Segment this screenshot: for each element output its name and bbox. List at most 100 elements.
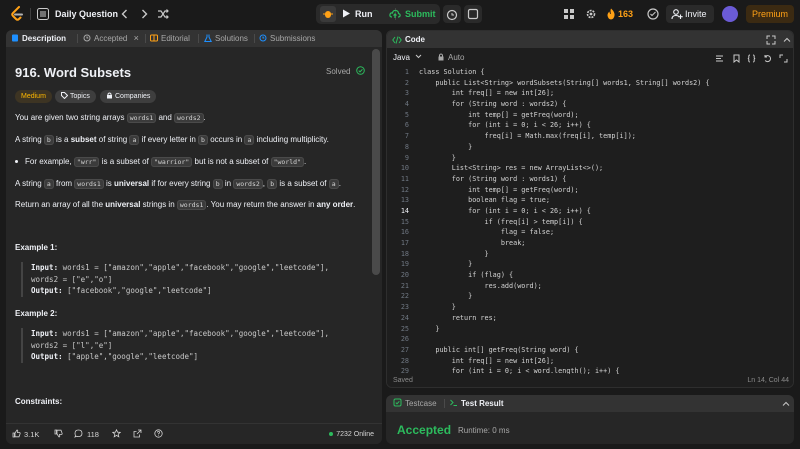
prev-problem-button[interactable]: [118, 7, 132, 21]
expand-editor-icon[interactable]: [779, 54, 788, 63]
settings-gear-icon[interactable]: [585, 8, 597, 20]
user-avatar[interactable]: [722, 6, 738, 22]
description-paragraph: You are given two string arrays words1 a…: [15, 113, 206, 123]
code-text-area[interactable]: class Solution { public List<String> wor…: [419, 67, 789, 377]
code-line[interactable]: res.add(word);: [419, 281, 789, 292]
code-line[interactable]: int temp[] = getFreq(word);: [419, 185, 789, 196]
leaderboard-badge-icon[interactable]: [647, 8, 659, 20]
description-paragraph: A string a from words1 is universal if f…: [15, 179, 341, 189]
code-line[interactable]: class Solution {: [419, 67, 789, 78]
code-line[interactable]: int temp[] = getFreq(word);: [419, 110, 789, 121]
example-input-line: words2 = ["e","o"]: [31, 274, 113, 284]
tab-description-label: Description: [22, 34, 67, 43]
topics-label: Topics: [70, 93, 90, 100]
tab-submissions-label: Submissions: [270, 34, 316, 43]
tab-editorial[interactable]: Editorial: [150, 30, 190, 47]
code-line[interactable]: [419, 334, 789, 345]
editor-toolbar: Java Auto: [387, 50, 793, 66]
code-line[interactable]: public int[] getFreq(String word) {: [419, 345, 789, 356]
debug-button[interactable]: [320, 6, 336, 22]
code-line[interactable]: for (int i = 0; i < 26; i++) {: [419, 120, 789, 131]
code-line[interactable]: public List<String> wordSubsets(String[]…: [419, 78, 789, 89]
auto-complete-toggle[interactable]: Auto: [437, 53, 464, 62]
line-number: 15: [400, 217, 409, 226]
code-line[interactable]: int freq[] = new int[26];: [419, 88, 789, 99]
code-line[interactable]: }: [419, 302, 789, 313]
code-line[interactable]: break;: [419, 238, 789, 249]
code-line[interactable]: if (flag) {: [419, 270, 789, 281]
code-line[interactable]: int freq[] = new int[26];: [419, 356, 789, 367]
notes-button[interactable]: [464, 5, 482, 23]
braces-icon[interactable]: [747, 54, 756, 63]
tab-submissions[interactable]: Submissions: [259, 30, 315, 47]
maximize-icon[interactable]: [766, 35, 776, 45]
help-button[interactable]: [154, 428, 163, 441]
solved-label: Solved: [326, 67, 351, 76]
text-span: including multiplicity.: [254, 135, 329, 144]
run-button[interactable]: Run: [342, 7, 373, 21]
dislike-button[interactable]: [54, 428, 63, 441]
tab-test-result[interactable]: Test Result: [449, 395, 504, 412]
code-panel-title: Code: [405, 35, 425, 44]
random-problem-button[interactable]: [156, 7, 170, 21]
book-icon: [150, 34, 158, 42]
tab-description[interactable]: Description: [11, 30, 66, 47]
leetcode-logo-icon[interactable]: [9, 6, 25, 22]
submit-label: Submit: [405, 9, 436, 19]
text-span: is a subset of: [99, 157, 152, 166]
problem-list-icon[interactable]: [37, 8, 49, 20]
format-lines-icon[interactable]: [715, 54, 724, 63]
companies-chip[interactable]: Companies: [100, 90, 157, 103]
code-line[interactable]: }: [419, 142, 789, 153]
topics-chip[interactable]: Topics: [55, 90, 96, 103]
chevron-up-icon[interactable]: [782, 35, 792, 45]
code-line[interactable]: }: [419, 249, 789, 260]
inline-code: a: [43, 179, 54, 189]
chevron-up-icon[interactable]: [781, 399, 791, 409]
inline-code: "world": [270, 157, 304, 167]
tab-separator: [444, 399, 445, 408]
streak-counter[interactable]: 163: [606, 6, 633, 22]
code-line[interactable]: }: [419, 324, 789, 335]
comment-count: 118: [87, 430, 99, 439]
text-span: .: [353, 200, 356, 209]
problem-list-title[interactable]: Daily Question: [55, 9, 118, 19]
tab-solutions[interactable]: Solutions: [203, 30, 248, 47]
close-tab-icon[interactable]: ×: [134, 33, 139, 43]
code-line[interactable]: }: [419, 259, 789, 270]
text-span: For example,: [25, 157, 74, 166]
submit-button[interactable]: Submit: [385, 4, 440, 24]
invite-button[interactable]: Invite: [666, 5, 714, 23]
code-line[interactable]: List<String> res = new ArrayList<>();: [419, 163, 789, 174]
code-line-current[interactable]: for (int i = 0; i < 26; i++) {: [419, 206, 789, 217]
tab-separator: [145, 34, 146, 43]
like-button[interactable]: 3.1K: [12, 428, 39, 441]
description-scrollbar[interactable]: [372, 49, 380, 275]
layout-grid-icon[interactable]: [563, 8, 575, 20]
code-line[interactable]: for (String word : words1) {: [419, 174, 789, 185]
code-line[interactable]: boolean flag = true;: [419, 195, 789, 206]
line-number: 28: [400, 356, 409, 365]
code-line[interactable]: freq[i] = Math.max(freq[i], temp[i]);: [419, 131, 789, 142]
comments-button[interactable]: 118: [74, 428, 99, 441]
tab-testcase[interactable]: Testcase: [393, 395, 437, 412]
reset-icon[interactable]: [763, 54, 772, 63]
favorite-button[interactable]: [111, 428, 122, 441]
text-span: . You may return the answer in: [206, 200, 317, 209]
code-line[interactable]: return res;: [419, 313, 789, 324]
timer-button[interactable]: [443, 5, 461, 23]
next-problem-button[interactable]: [137, 7, 151, 21]
language-select[interactable]: Java: [393, 53, 422, 62]
premium-button[interactable]: Premium: [746, 5, 794, 23]
code-line[interactable]: }: [419, 153, 789, 164]
tab-editorial-label: Editorial: [161, 34, 190, 43]
code-line[interactable]: flag = false;: [419, 227, 789, 238]
question-circle-icon: [154, 429, 163, 438]
share-button[interactable]: [133, 428, 142, 441]
thumbs-down-icon: [54, 429, 63, 438]
tab-accepted[interactable]: Accepted ×: [83, 30, 139, 47]
code-line[interactable]: if (freq[i] > temp[i]) {: [419, 217, 789, 228]
bookmark-icon[interactable]: [732, 54, 741, 63]
code-line[interactable]: }: [419, 291, 789, 302]
code-line[interactable]: for (String word : words2) {: [419, 99, 789, 110]
